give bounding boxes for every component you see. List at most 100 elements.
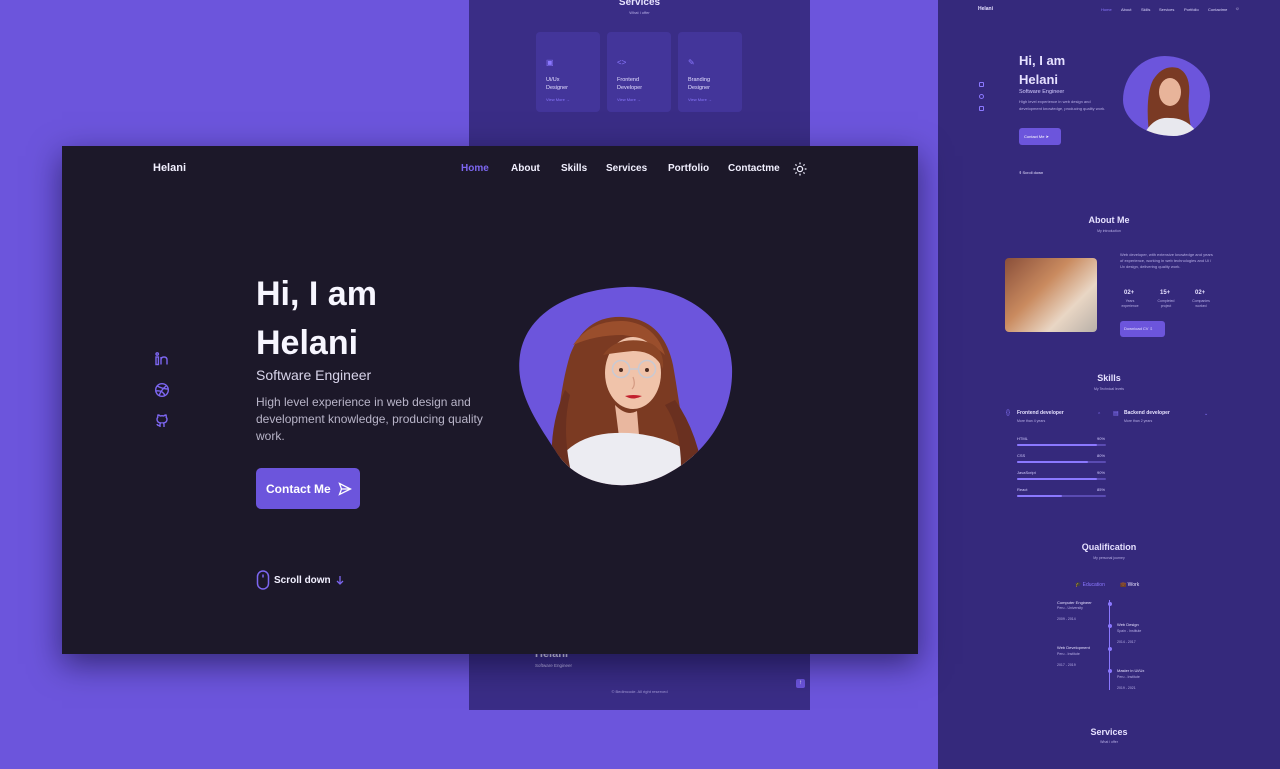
preview-qualification-title: Qualification bbox=[1081, 542, 1137, 552]
code-braces-icon: {} bbox=[1006, 410, 1011, 416]
preview-stat-label: Companies worked bbox=[1192, 299, 1210, 308]
preview-frontend-sub: More than 4 years bbox=[1017, 419, 1046, 423]
timeline-sub: Peru - Institute bbox=[1057, 652, 1080, 656]
scroll-up-button[interactable]: ↑ bbox=[796, 679, 805, 688]
preview-contact-button[interactable]: Contact Me ➤ bbox=[1019, 128, 1061, 145]
skill-percent: 90% bbox=[1097, 436, 1106, 441]
preview-frontend-title[interactable]: Frontend developer bbox=[1017, 410, 1064, 416]
timeline-sub: Peru - University bbox=[1057, 606, 1083, 610]
sun-icon[interactable] bbox=[793, 162, 807, 176]
view-more-link[interactable]: View More → bbox=[546, 97, 570, 102]
preview-about-photo bbox=[1005, 258, 1097, 332]
preview-nav-skills[interactable]: Skills bbox=[1141, 7, 1150, 12]
view-more-link[interactable]: View More → bbox=[617, 97, 641, 102]
full-page-preview: Helani Home About Skills Services Portfo… bbox=[938, 0, 1280, 769]
preview-about-text: Web developer, with extensive knowledge … bbox=[1120, 252, 1213, 269]
timeline-title: Master in Ui/Ux bbox=[1117, 668, 1145, 673]
preview-nav-services[interactable]: Services bbox=[1159, 7, 1174, 12]
preview-tab-education[interactable]: 🎓 Education bbox=[1075, 582, 1105, 588]
preview-nav-home[interactable]: Home bbox=[1101, 7, 1112, 12]
chevron-up-icon[interactable]: ⌃ bbox=[1097, 412, 1101, 418]
nav-contactme[interactable]: Contactme bbox=[728, 163, 780, 174]
nav-portfolio[interactable]: Portfolio bbox=[668, 163, 709, 174]
preview-services-subtitle: What i offer bbox=[1100, 740, 1118, 744]
timeline-sub: Spain - Institute bbox=[1117, 629, 1142, 633]
preview-role: Software Engineer bbox=[1019, 89, 1065, 95]
services-title: Services bbox=[618, 0, 661, 8]
preview-backend-title[interactable]: Backend developer bbox=[1124, 410, 1170, 416]
hero-title: Hi, I am Helani bbox=[256, 275, 377, 362]
preview-services-title: Services bbox=[1090, 727, 1128, 737]
preview-about-title: About Me bbox=[1088, 215, 1130, 225]
github-icon[interactable] bbox=[154, 413, 170, 429]
mouse-icon bbox=[256, 570, 270, 590]
scroll-down-label: Scroll down bbox=[274, 574, 331, 586]
preview-about-subtitle: My introduction bbox=[1097, 229, 1121, 233]
timeline-title: Web Development bbox=[1057, 645, 1090, 650]
footer-copyright: © Bedimcode. All right reserved bbox=[611, 689, 668, 694]
contact-me-label: Contact Me bbox=[266, 481, 331, 496]
preview-theme-icon[interactable]: ☼ bbox=[1235, 6, 1240, 12]
preview-nav-about[interactable]: About bbox=[1121, 7, 1131, 12]
preview-logo[interactable]: Helani bbox=[978, 6, 993, 12]
timeline-date: 2019 - 2021 bbox=[1117, 686, 1136, 690]
preview-backend-sub: More than 2 years bbox=[1124, 419, 1153, 423]
site-logo[interactable]: Helani bbox=[153, 162, 186, 174]
timeline-title: Web Design bbox=[1117, 622, 1139, 627]
chevron-down-icon[interactable]: ⌄ bbox=[1204, 411, 1208, 417]
preview-nav-portfolio[interactable]: Portfolio bbox=[1184, 7, 1199, 12]
view-more-link[interactable]: View More → bbox=[688, 97, 712, 102]
send-icon bbox=[338, 481, 352, 496]
skill-name: CSS bbox=[1017, 453, 1026, 458]
nav-services[interactable]: Services bbox=[606, 163, 647, 174]
timeline-date: 2014 - 2017 bbox=[1117, 640, 1136, 644]
preview-stat-number: 02+ bbox=[1124, 290, 1135, 296]
skill-bar bbox=[1017, 478, 1106, 480]
preview-skills-title: Skills bbox=[1097, 373, 1121, 383]
linkedin-icon[interactable] bbox=[154, 351, 170, 367]
scroll-down-link[interactable]: Scroll down bbox=[256, 570, 345, 590]
preview-stat-label: Years experience bbox=[1121, 299, 1139, 308]
nav-home[interactable]: Home bbox=[461, 163, 489, 174]
services-subtitle: What i offer bbox=[629, 10, 650, 15]
skill-name: HTML bbox=[1017, 436, 1028, 441]
skill-name: JavaScript bbox=[1017, 470, 1036, 475]
preview-stat-label: Completed project bbox=[1157, 299, 1175, 308]
preview-dribbble-icon[interactable] bbox=[979, 94, 984, 99]
contact-me-button[interactable]: Contact Me bbox=[256, 468, 360, 509]
preview-tab-work[interactable]: 💼 Work bbox=[1120, 582, 1139, 588]
timeline-title: Computer Engineer bbox=[1057, 600, 1092, 605]
service-card-uiux[interactable]: ▣ Ui/Ux Designer View More → bbox=[536, 32, 600, 112]
skill-bar bbox=[1017, 444, 1106, 446]
nav-skills[interactable]: Skills bbox=[561, 163, 587, 174]
skill-bar bbox=[1017, 495, 1106, 497]
skill-bar-fill bbox=[1017, 461, 1089, 463]
skill-bar-fill bbox=[1017, 478, 1098, 480]
preview-stat-number: 15+ bbox=[1160, 290, 1171, 296]
preview-github-icon[interactable] bbox=[979, 106, 984, 111]
server-icon: ▤ bbox=[1113, 411, 1119, 417]
preview-scroll-down[interactable]: ⌽ Scroll down bbox=[1019, 170, 1043, 175]
timeline-date: 2017 - 2019 bbox=[1057, 663, 1076, 667]
preview-hello: Hi, I am Helani bbox=[1019, 53, 1066, 87]
service-card-branding[interactable]: ✎ Branding Designer View More → bbox=[678, 32, 742, 112]
nav-about[interactable]: About bbox=[511, 163, 540, 174]
preview-stat-number: 02+ bbox=[1195, 290, 1206, 296]
timeline-dot bbox=[1107, 602, 1112, 606]
service-card-frontend[interactable]: <> Frontend Developer View More → bbox=[607, 32, 671, 112]
skill-name: React bbox=[1017, 487, 1028, 492]
pencil-icon: ✎ bbox=[688, 58, 695, 67]
preview-skills-subtitle: My Technical levels bbox=[1093, 387, 1125, 391]
skill-percent: 90% bbox=[1097, 470, 1106, 475]
timeline-line bbox=[1109, 600, 1110, 690]
preview-linkedin-icon[interactable] bbox=[979, 82, 984, 87]
skill-percent: 80% bbox=[1097, 453, 1106, 458]
dribbble-icon[interactable] bbox=[154, 382, 170, 398]
timeline-sub: Peru - Institute bbox=[1117, 675, 1140, 679]
main-home-window: Helani Home About Skills Services Portfo… bbox=[62, 146, 918, 654]
skill-bar-fill bbox=[1017, 495, 1062, 497]
preview-profile-photo bbox=[1123, 56, 1210, 136]
preview-download-cv-button[interactable]: Download CV ⇩ bbox=[1120, 321, 1165, 337]
timeline-dot bbox=[1107, 669, 1112, 673]
preview-nav-contact[interactable]: Contactme bbox=[1208, 7, 1227, 12]
